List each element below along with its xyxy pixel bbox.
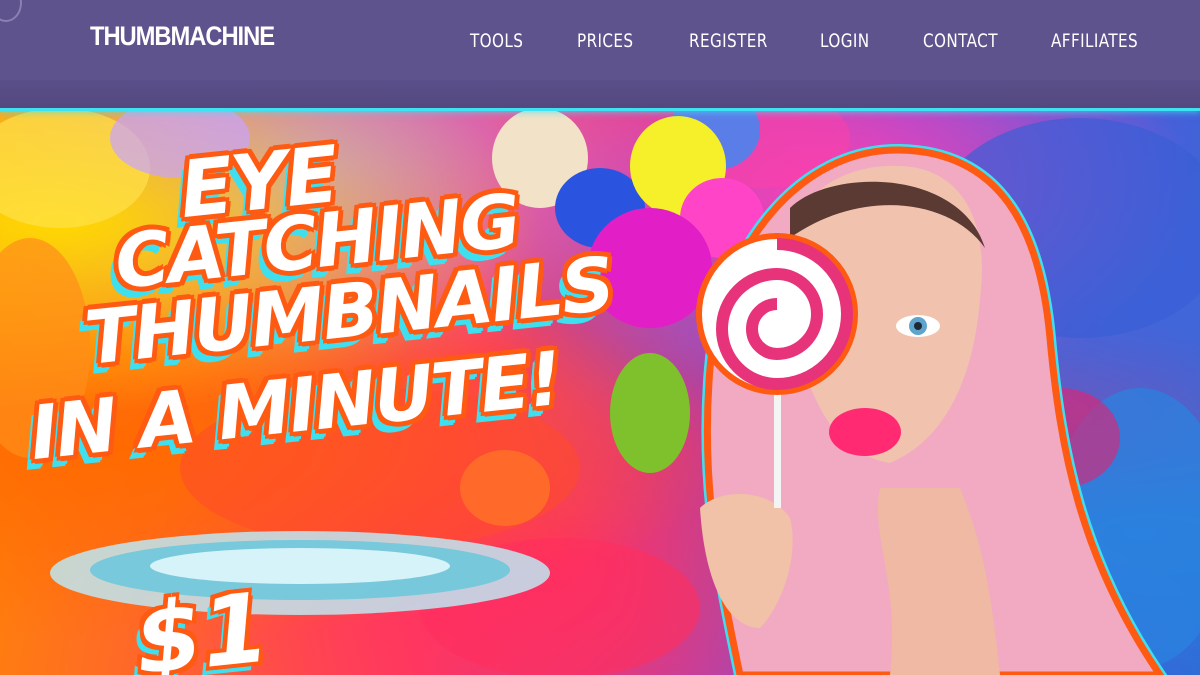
nav-contact[interactable]: CONTACT [923, 30, 998, 52]
lips [829, 408, 901, 456]
hero-banner: EYE CATCHING THUMBNAILS IN A MINUTE! $1 [0, 108, 1200, 675]
nav-prices[interactable]: PRICES [577, 30, 633, 52]
eye-pupil [914, 322, 922, 330]
nav-register[interactable]: REGISTER [689, 30, 768, 52]
nav-login[interactable]: LOGIN [820, 30, 870, 52]
nav-tools[interactable]: TOOLS [470, 30, 523, 52]
site-logo[interactable]: THUMBMACHINE [90, 21, 275, 52]
balloon [460, 450, 550, 526]
price-tag: $1 [129, 571, 275, 675]
nav-affiliates[interactable]: AFFILIATES [1051, 30, 1138, 52]
balloon [610, 353, 690, 473]
top-navbar: THUMBMACHINE TOOLS PRICES REGISTER LOGIN… [0, 0, 1200, 80]
navbar-glow-strip [0, 80, 1200, 111]
corner-circle-icon [0, 0, 22, 22]
